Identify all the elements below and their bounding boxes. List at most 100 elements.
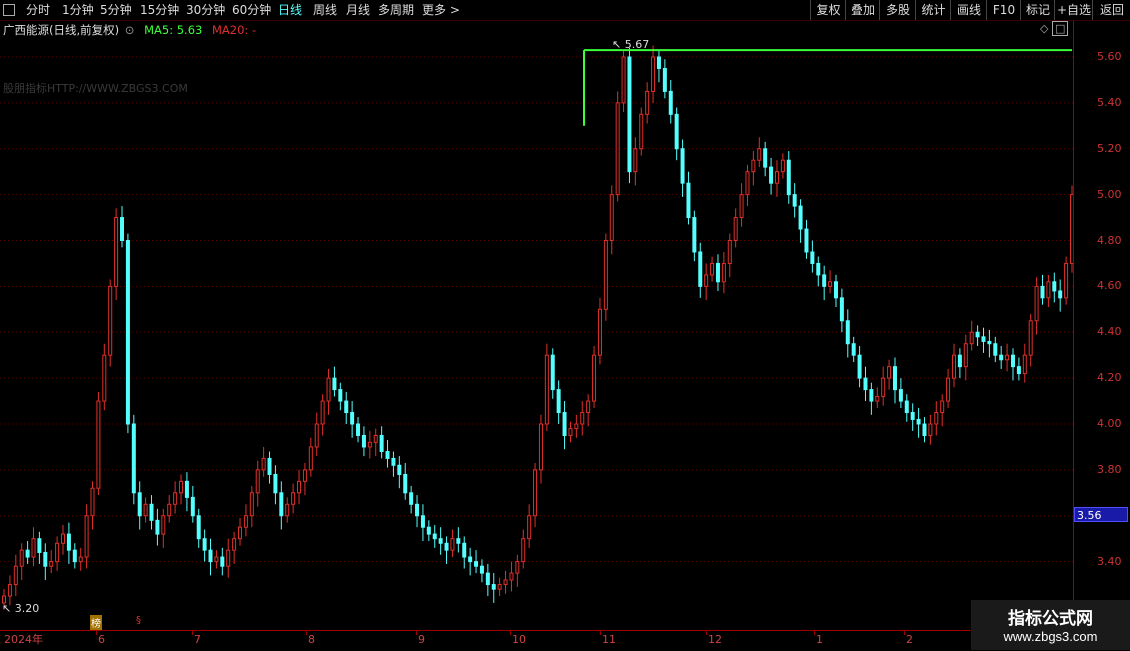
toolbar-button-8[interactable]: 返回 [1092,0,1130,20]
candle [550,348,555,399]
candle [338,382,343,411]
candle [639,107,644,156]
candle [397,456,402,489]
price-tick-label: 5.40 [1097,95,1122,109]
candle [61,524,66,555]
candle [928,414,933,445]
high-annotation: ↖ 5.67 [612,38,649,51]
period-tab-1[interactable]: 1分钟 [62,0,94,20]
period-tab-10[interactable]: 更多 > [422,0,460,20]
candle [361,426,366,457]
candle [774,160,779,197]
candle [314,412,319,457]
candle [432,524,437,548]
candle [586,394,591,427]
period-tab-0[interactable]: 分时 [26,0,50,20]
candle [568,421,573,443]
candle [592,346,597,408]
candle [131,414,136,505]
price-tick-label: 5.20 [1097,141,1122,155]
candle [1034,277,1039,335]
candle [356,417,361,443]
period-tab-3[interactable]: 15分钟 [140,0,179,20]
time-axis-label: 10 [512,633,526,646]
candle [326,368,331,415]
candlestick-chart[interactable]: ↖ 5.67 ↖ 3.20 [0,21,1073,630]
candle [308,437,313,477]
candle [96,391,101,496]
candle [828,270,833,294]
time-axis-tick [96,631,97,635]
candle [173,481,178,514]
logo-title: 指标公式网 [1008,609,1093,629]
candle [792,183,797,218]
toolbar-button-5[interactable]: F10 [986,0,1021,20]
candle [243,504,248,537]
candle [603,233,608,321]
candle [31,527,36,567]
candle [1046,274,1051,308]
candle [686,171,691,225]
candle [391,451,396,477]
candle [869,382,874,415]
period-tab-2[interactable]: 5分钟 [100,0,132,20]
candle [651,45,656,103]
candle [1040,274,1045,305]
toolbar-button-4[interactable]: 画线 [950,0,987,20]
candle [721,251,726,294]
time-axis-label: 1 [816,633,823,646]
time-axis-tick [904,631,905,635]
candle [7,575,12,606]
period-tab-9[interactable]: 多周期 [378,0,414,20]
candle [692,210,697,262]
toolbar-button-1[interactable]: 叠加 [845,0,880,20]
period-tab-7[interactable]: 周线 [313,0,337,20]
candle [839,288,844,333]
candle [474,550,479,574]
candle [515,554,520,587]
candle [863,366,868,402]
candle [887,359,892,390]
toolbar-button-6[interactable]: 标记 [1020,0,1055,20]
site-logo: 指标公式网 www.zbgs3.com [971,600,1130,650]
candle [645,82,650,124]
toolbar-button-3[interactable]: 统计 [915,0,951,20]
toolbar-button-0[interactable]: 复权 [810,0,846,20]
candle [527,504,532,548]
candle [255,460,260,507]
candle [934,401,939,436]
candle [367,430,372,459]
candle [1016,357,1021,381]
price-tick-label: 4.00 [1097,417,1122,430]
candle [13,554,18,597]
time-axis-label: 8 [308,633,315,646]
candle [450,529,455,558]
candle [468,547,473,576]
candle [491,573,496,603]
price-tick-label: 3.40 [1097,554,1122,568]
period-tab-6[interactable]: 日线 [278,0,302,20]
candle [833,274,838,308]
candle [285,497,290,523]
candle [114,208,119,301]
candle [120,206,125,248]
candle [19,543,24,580]
candle [1010,348,1015,381]
candle [226,538,231,578]
panel-toggle-icon[interactable] [3,4,15,16]
price-tick-label: 5.60 [1097,50,1122,63]
candle [875,387,880,408]
period-tab-5[interactable]: 60分钟 [232,0,271,20]
candle [55,536,60,571]
period-tab-4[interactable]: 30分钟 [186,0,225,20]
candle [940,394,945,427]
candle [751,151,756,186]
bang-marker[interactable]: 榜 [90,615,102,630]
price-tick-label: 3.80 [1097,462,1122,476]
period-tab-8[interactable]: 月线 [346,0,370,20]
candle [627,47,632,184]
s-marker[interactable]: § [136,615,141,626]
toolbar-button-2[interactable]: 多股 [879,0,916,20]
candle [497,577,502,597]
toolbar-button-7[interactable]: +自选 [1054,0,1093,20]
